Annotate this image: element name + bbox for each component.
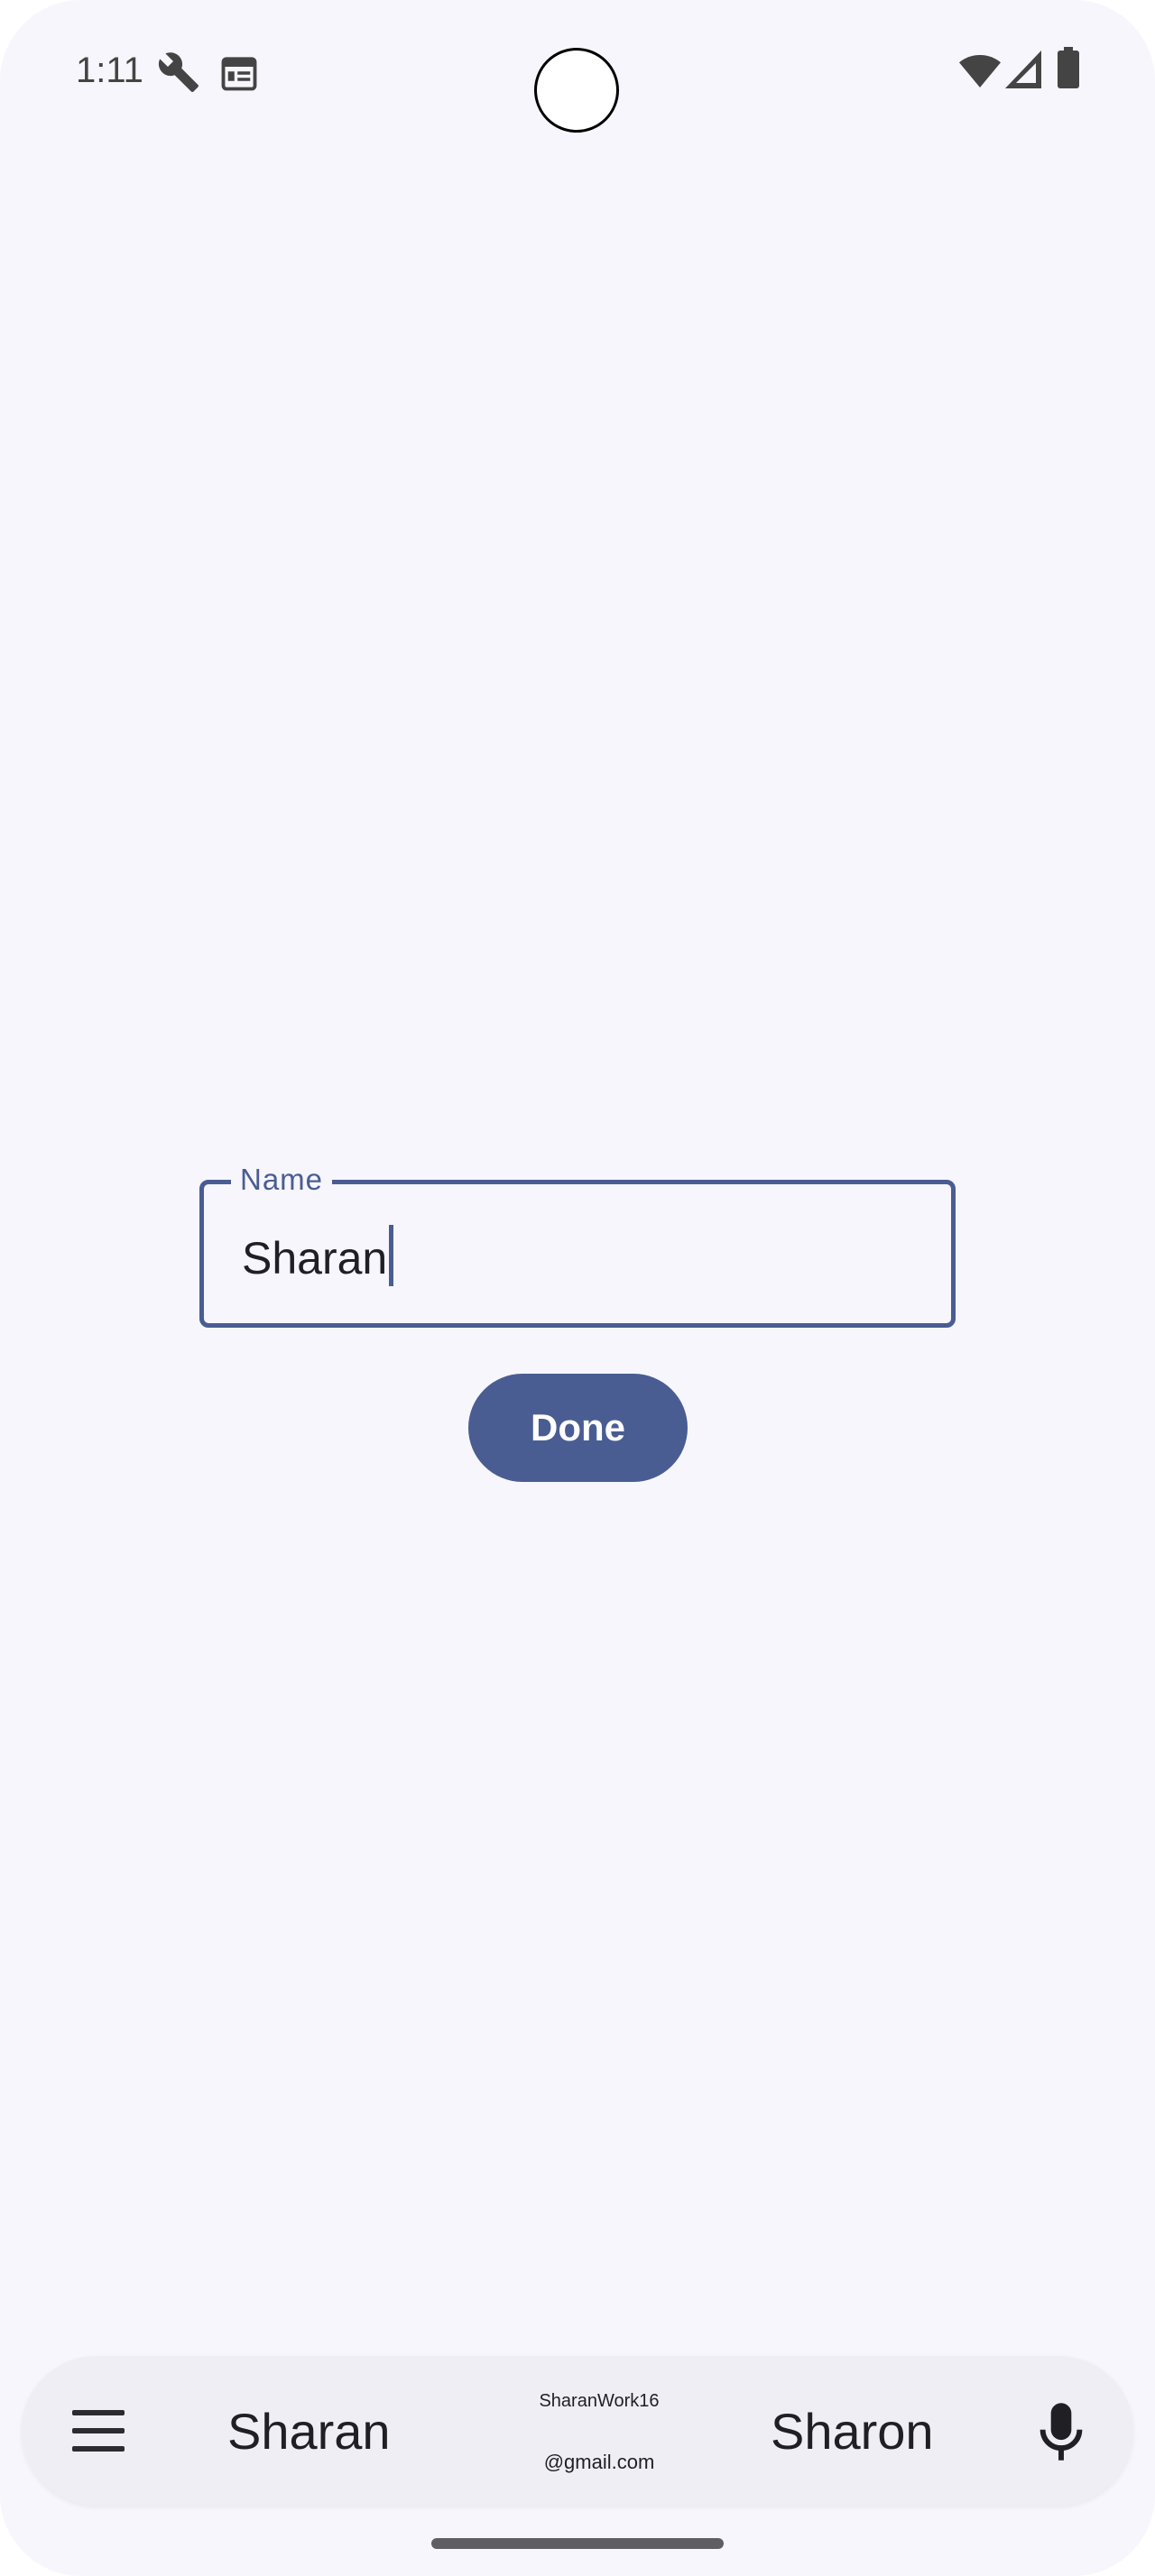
menu-icon[interactable] <box>72 2408 125 2453</box>
name-field-label: Name <box>231 1162 333 1198</box>
suggestion-sharan[interactable]: Sharan <box>227 2403 391 2461</box>
name-field-value-container[interactable]: Sharan <box>242 1225 394 1287</box>
battery-icon <box>1058 47 1079 88</box>
camera-cutout <box>534 48 619 133</box>
microphone-icon[interactable] <box>1036 2401 1086 2462</box>
status-bar: 1:11 <box>0 0 1155 144</box>
done-button[interactable]: Done <box>468 1374 688 1482</box>
phone-screen: 1:11 Name Sharan Done Sharan SharanWork1… <box>0 0 1155 2576</box>
text-cursor <box>389 1225 394 1286</box>
home-indicator[interactable] <box>431 2538 724 2549</box>
suggestion-sharon[interactable]: Sharon <box>771 2403 934 2461</box>
suggestion-email[interactable]: SharanWork16 @gmail.com <box>491 2388 707 2475</box>
wifi-icon <box>959 55 1001 87</box>
signal-icon <box>1005 51 1041 88</box>
wrench-icon <box>158 52 199 92</box>
keyboard-suggestion-bar: Sharan SharanWork16 @gmail.com Sharon <box>22 2356 1133 2506</box>
name-field-value: Sharan <box>242 1233 388 1283</box>
suggestion-email-domain: @gmail.com <box>543 2451 655 2473</box>
suggestion-email-user: SharanWork16 <box>539 2391 660 2411</box>
calendar-icon <box>221 57 257 91</box>
status-time: 1:11 <box>76 51 143 90</box>
